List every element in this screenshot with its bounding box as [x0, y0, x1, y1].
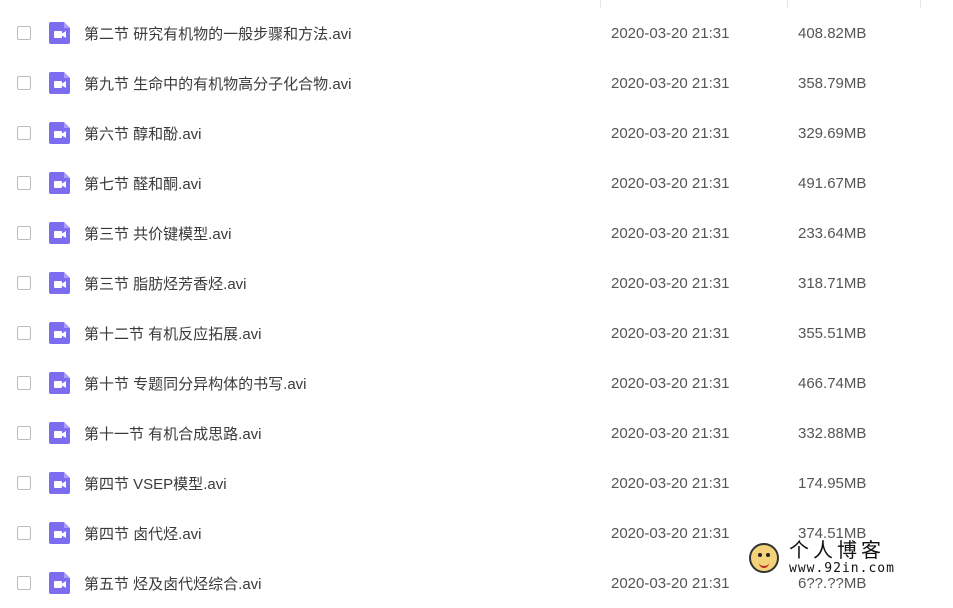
blog-watermark: 个人博客 www.92in.com	[749, 536, 939, 580]
file-date: 2020-03-20 21:31	[611, 74, 730, 92]
file-size: 355.51MB	[798, 324, 867, 342]
video-file-icon	[48, 271, 72, 295]
file-name[interactable]: 第十一节 有机合成思路.avi	[84, 423, 262, 444]
file-date: 2020-03-20 21:31	[611, 324, 730, 342]
file-date: 2020-03-20 21:31	[611, 224, 730, 242]
row-checkbox[interactable]	[17, 176, 31, 190]
video-file-icon	[48, 21, 72, 45]
file-row[interactable]: 第九节 生命中的有机物高分子化合物.avi 2020-03-20 21:31 3…	[0, 58, 953, 108]
file-name[interactable]: 第十节 专题同分异构体的书写.avi	[84, 373, 307, 394]
file-date: 2020-03-20 21:31	[611, 274, 730, 292]
file-row[interactable]: 第十二节 有机反应拓展.avi 2020-03-20 21:31 355.51M…	[0, 308, 953, 358]
file-size: 332.88MB	[798, 424, 867, 442]
file-size: 329.69MB	[798, 124, 867, 142]
file-size: 318.71MB	[798, 274, 867, 292]
video-file-icon	[48, 221, 72, 245]
row-checkbox[interactable]	[17, 326, 31, 340]
row-checkbox[interactable]	[17, 76, 31, 90]
file-size: 358.79MB	[798, 74, 867, 92]
file-row[interactable]: 第三节 脂肪烃芳香烃.avi 2020-03-20 21:31 318.71MB	[0, 258, 953, 308]
row-checkbox[interactable]	[17, 426, 31, 440]
video-file-icon	[48, 571, 72, 595]
file-date: 2020-03-20 21:31	[611, 474, 730, 492]
file-name[interactable]: 第五节 烃及卤代烃综合.avi	[84, 573, 262, 594]
row-checkbox[interactable]	[17, 576, 31, 590]
file-row[interactable]: 第十节 专题同分异构体的书写.avi 2020-03-20 21:31 466.…	[0, 358, 953, 408]
file-name[interactable]: 第九节 生命中的有机物高分子化合物.avi	[84, 73, 352, 94]
file-size: 408.82MB	[798, 24, 867, 42]
video-file-icon	[48, 371, 72, 395]
file-size: 233.64MB	[798, 224, 867, 242]
file-name[interactable]: 第四节 VSEP模型.avi	[84, 473, 227, 494]
row-checkbox[interactable]	[17, 226, 31, 240]
video-file-icon	[48, 71, 72, 95]
file-name[interactable]: 第七节 醛和酮.avi	[84, 173, 202, 194]
video-file-icon	[48, 471, 72, 495]
cartoon-face-icon	[749, 543, 779, 573]
video-file-icon	[48, 521, 72, 545]
file-name[interactable]: 第二节 研究有机物的一般步骤和方法.avi	[84, 23, 352, 44]
file-date: 2020-03-20 21:31	[611, 424, 730, 442]
video-file-icon	[48, 421, 72, 445]
video-file-icon	[48, 121, 72, 145]
file-row[interactable]: 第二节 研究有机物的一般步骤和方法.avi 2020-03-20 21:31 4…	[0, 8, 953, 58]
file-date: 2020-03-20 21:31	[611, 124, 730, 142]
column-header-dividers	[0, 0, 953, 8]
row-checkbox[interactable]	[17, 376, 31, 390]
file-list: 第二节 研究有机物的一般步骤和方法.avi 2020-03-20 21:31 4…	[0, 8, 953, 608]
file-size: 174.95MB	[798, 474, 867, 492]
file-size: 466.74MB	[798, 374, 867, 392]
file-date: 2020-03-20 21:31	[611, 24, 730, 42]
file-date: 2020-03-20 21:31	[611, 174, 730, 192]
file-row[interactable]: 第六节 醇和酚.avi 2020-03-20 21:31 329.69MB	[0, 108, 953, 158]
video-file-icon	[48, 321, 72, 345]
watermark-url: www.92in.com	[789, 561, 895, 576]
file-row[interactable]: 第三节 共价键模型.avi 2020-03-20 21:31 233.64MB	[0, 208, 953, 258]
file-row[interactable]: 第七节 醛和酮.avi 2020-03-20 21:31 491.67MB	[0, 158, 953, 208]
file-name[interactable]: 第三节 脂肪烃芳香烃.avi	[84, 273, 247, 294]
row-checkbox[interactable]	[17, 526, 31, 540]
file-row[interactable]: 第十一节 有机合成思路.avi 2020-03-20 21:31 332.88M…	[0, 408, 953, 458]
watermark-title: 个人博客	[789, 538, 885, 562]
file-date: 2020-03-20 21:31	[611, 374, 730, 392]
file-name[interactable]: 第六节 醇和酚.avi	[84, 123, 202, 144]
file-date: 2020-03-20 21:31	[611, 574, 730, 592]
file-size: 491.67MB	[798, 174, 867, 192]
file-row[interactable]: 第四节 VSEP模型.avi 2020-03-20 21:31 174.95MB	[0, 458, 953, 508]
row-checkbox[interactable]	[17, 126, 31, 140]
video-file-icon	[48, 171, 72, 195]
row-checkbox[interactable]	[17, 276, 31, 290]
row-checkbox[interactable]	[17, 26, 31, 40]
file-date: 2020-03-20 21:31	[611, 524, 730, 542]
file-name[interactable]: 第四节 卤代烃.avi	[84, 523, 202, 544]
file-name[interactable]: 第十二节 有机反应拓展.avi	[84, 323, 262, 344]
row-checkbox[interactable]	[17, 476, 31, 490]
file-name[interactable]: 第三节 共价键模型.avi	[84, 223, 232, 244]
